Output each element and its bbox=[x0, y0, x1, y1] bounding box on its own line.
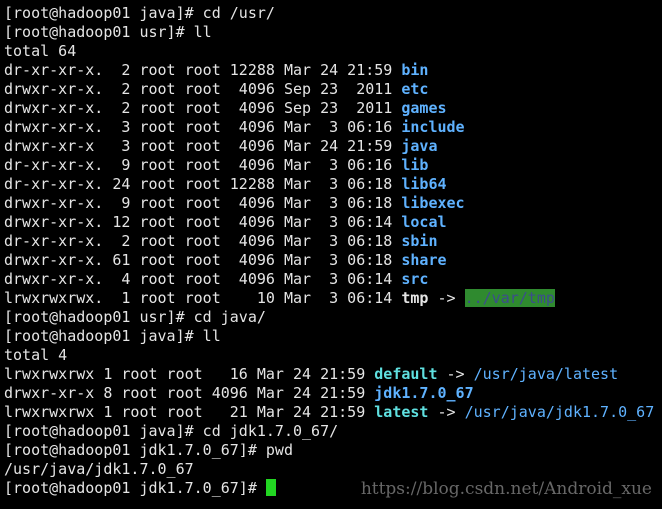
terminal-line: dr-xr-xr-x. 9 root root 4096 Mar 3 06:16… bbox=[4, 156, 662, 175]
terminal-line: dr-xr-xr-x. 2 root root 4096 Mar 3 06:18… bbox=[4, 232, 662, 251]
terminal-line: drwxr-xr-x. 12 root root 4096 Mar 3 06:1… bbox=[4, 213, 662, 232]
link-arrow: -> bbox=[437, 365, 474, 383]
file-name: include bbox=[401, 118, 465, 136]
file-meta: dr-xr-xr-x. 9 root root 4096 Mar 3 06:16 bbox=[4, 156, 402, 174]
file-name: local bbox=[401, 213, 447, 231]
file-name: lib64 bbox=[401, 175, 447, 193]
watermark: https://blog.csdn.net/Android_xue bbox=[360, 479, 652, 499]
file-name: tmp bbox=[401, 289, 429, 307]
command-text: [root@hadoop01 usr]# cd java/ bbox=[4, 308, 266, 326]
terminal-line: lrwxrwxrwx. 1 root root 10 Mar 3 06:14 t… bbox=[4, 289, 662, 308]
link-target: /usr/java/latest bbox=[473, 365, 619, 383]
terminal-line: [root@hadoop01 usr]# cd java/ bbox=[4, 308, 662, 327]
command-text: [root@hadoop01 usr]# ll bbox=[4, 23, 212, 41]
terminal-window[interactable]: [root@hadoop01 java]# cd /usr/[root@hado… bbox=[0, 0, 662, 509]
shell-prompt: [root@hadoop01 jdk1.7.0_67]# bbox=[4, 479, 266, 497]
output-text: total 64 bbox=[4, 42, 77, 60]
file-meta: dr-xr-xr-x. 2 root root 12288 Mar 24 21:… bbox=[4, 61, 402, 79]
file-name: src bbox=[401, 270, 429, 288]
terminal-line: lrwxrwxrwx 1 root root 21 Mar 24 21:59 l… bbox=[4, 403, 662, 422]
command-text: [root@hadoop01 jdk1.7.0_67]# pwd bbox=[4, 441, 293, 459]
terminal-line: total 64 bbox=[4, 42, 662, 61]
terminal-line: total 4 bbox=[4, 346, 662, 365]
file-meta: drwxr-xr-x. 2 root root 4096 Sep 23 2011 bbox=[4, 80, 402, 98]
terminal-line: drwxr-xr-x. 61 root root 4096 Mar 3 06:1… bbox=[4, 251, 662, 270]
command-text: [root@hadoop01 java]# cd /usr/ bbox=[4, 4, 275, 22]
file-name: jdk1.7.0_67 bbox=[374, 384, 474, 402]
terminal-line: lrwxrwxrwx 1 root root 16 Mar 24 21:59 d… bbox=[4, 365, 662, 384]
file-meta: drwxr-xr-x 3 root root 4096 Mar 24 21:59 bbox=[4, 137, 402, 155]
link-arrow: -> bbox=[428, 289, 465, 307]
cursor[interactable] bbox=[265, 479, 276, 496]
terminal-line: drwxr-xr-x. 2 root root 4096 Sep 23 2011… bbox=[4, 80, 662, 99]
terminal-line: [root@hadoop01 java]# cd jdk1.7.0_67/ bbox=[4, 422, 662, 441]
terminal-line: drwxr-xr-x 8 root root 4096 Mar 24 21:59… bbox=[4, 384, 662, 403]
file-name: sbin bbox=[401, 232, 438, 250]
link-target: /usr/java/jdk1.7.0_67 bbox=[464, 403, 655, 421]
terminal-line: drwxr-xr-x. 3 root root 4096 Mar 3 06:16… bbox=[4, 118, 662, 137]
file-meta: drwxr-xr-x. 4 root root 4096 Mar 3 06:14 bbox=[4, 270, 402, 288]
file-meta: drwxr-xr-x. 2 root root 4096 Sep 23 2011 bbox=[4, 99, 402, 117]
output-text: total 4 bbox=[4, 346, 68, 364]
terminal-line: drwxr-xr-x. 2 root root 4096 Sep 23 2011… bbox=[4, 99, 662, 118]
terminal-line: [root@hadoop01 usr]# ll bbox=[4, 23, 662, 42]
file-meta: drwxr-xr-x. 12 root root 4096 Mar 3 06:1… bbox=[4, 213, 402, 231]
file-meta: drwxr-xr-x. 3 root root 4096 Mar 3 06:16 bbox=[4, 118, 402, 136]
terminal-line: drwxr-xr-x 3 root root 4096 Mar 24 21:59… bbox=[4, 137, 662, 156]
file-meta: lrwxrwxrwx. 1 root root 10 Mar 3 06:14 bbox=[4, 289, 402, 307]
file-meta: drwxr-xr-x. 9 root root 4096 Mar 3 06:18 bbox=[4, 194, 402, 212]
file-name: etc bbox=[401, 80, 429, 98]
file-meta: drwxr-xr-x. 61 root root 4096 Mar 3 06:1… bbox=[4, 251, 402, 269]
file-name: java bbox=[401, 137, 438, 155]
terminal-line: [root@hadoop01 jdk1.7.0_67]# pwd bbox=[4, 441, 662, 460]
file-name: libexec bbox=[401, 194, 465, 212]
file-meta: dr-xr-xr-x. 24 root root 12288 Mar 3 06:… bbox=[4, 175, 402, 193]
terminal-line: /usr/java/jdk1.7.0_67 bbox=[4, 460, 662, 479]
file-meta: lrwxrwxrwx 1 root root 16 Mar 24 21:59 bbox=[4, 365, 375, 383]
output-text: /usr/java/jdk1.7.0_67 bbox=[4, 460, 194, 478]
file-name: lib bbox=[401, 156, 429, 174]
link-target: ../var/tmp bbox=[464, 289, 555, 307]
terminal-line: [root@hadoop01 java]# ll bbox=[4, 327, 662, 346]
terminal-line: drwxr-xr-x. 4 root root 4096 Mar 3 06:14… bbox=[4, 270, 662, 289]
file-name: default bbox=[374, 365, 438, 383]
file-name: games bbox=[401, 99, 447, 117]
file-name: bin bbox=[401, 61, 429, 79]
file-name: share bbox=[401, 251, 447, 269]
terminal-line: dr-xr-xr-x. 2 root root 12288 Mar 24 21:… bbox=[4, 61, 662, 80]
file-meta: drwxr-xr-x 8 root root 4096 Mar 24 21:59 bbox=[4, 384, 375, 402]
terminal-line: drwxr-xr-x. 9 root root 4096 Mar 3 06:18… bbox=[4, 194, 662, 213]
command-text: [root@hadoop01 java]# cd jdk1.7.0_67/ bbox=[4, 422, 339, 440]
file-name: latest bbox=[374, 403, 429, 421]
terminal-line: [root@hadoop01 java]# cd /usr/ bbox=[4, 4, 662, 23]
file-meta: dr-xr-xr-x. 2 root root 4096 Mar 3 06:18 bbox=[4, 232, 402, 250]
command-text: [root@hadoop01 java]# ll bbox=[4, 327, 221, 345]
link-arrow: -> bbox=[428, 403, 465, 421]
file-meta: lrwxrwxrwx 1 root root 21 Mar 24 21:59 bbox=[4, 403, 375, 421]
terminal-line: dr-xr-xr-x. 24 root root 12288 Mar 3 06:… bbox=[4, 175, 662, 194]
